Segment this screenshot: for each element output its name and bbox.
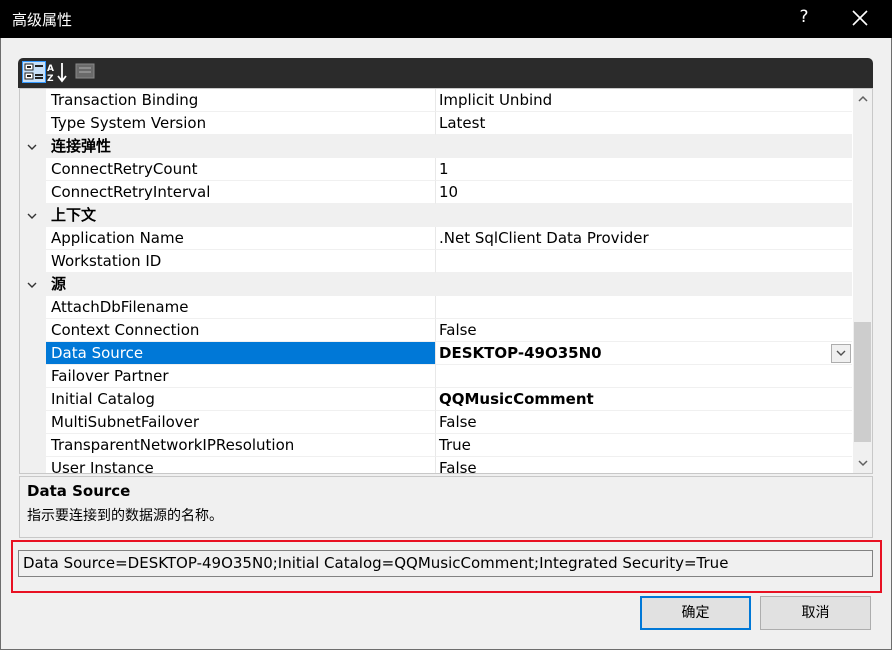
property-name[interactable]: AttachDbFilename [46, 296, 436, 319]
property-name[interactable]: Failover Partner [46, 365, 436, 388]
scroll-down-button[interactable] [853, 454, 872, 473]
row-gutter [20, 112, 46, 135]
scroll-thumb[interactable] [854, 322, 871, 442]
property-name[interactable]: Workstation ID [46, 250, 436, 273]
property-row[interactable]: User Instance False [20, 457, 852, 473]
property-toolbar: A Z [18, 58, 873, 88]
category-row[interactable]: 连接弹性 [20, 135, 852, 158]
property-row[interactable]: ConnectRetryInterval 10 [20, 181, 852, 204]
chevron-down-icon [836, 350, 846, 356]
row-gutter [20, 227, 46, 250]
property-value[interactable]: 1 [436, 158, 852, 181]
property-row[interactable]: Data Source DESKTOP-49O35N0 [20, 342, 852, 365]
category-label[interactable]: 上下文 [46, 204, 436, 227]
row-gutter [20, 388, 46, 411]
property-name[interactable]: Data Source [46, 342, 436, 365]
svg-text:A: A [47, 64, 54, 74]
description-text: 指示要连接到的数据源的名称。 [27, 508, 223, 524]
property-value[interactable] [436, 365, 852, 388]
row-gutter [20, 342, 46, 365]
property-name[interactable]: TransparentNetworkIPResolution [46, 434, 436, 457]
property-name[interactable]: Initial Catalog [46, 388, 436, 411]
property-value[interactable]: QQMusicComment [436, 388, 852, 411]
property-row[interactable]: Workstation ID [20, 250, 852, 273]
row-gutter [20, 296, 46, 319]
svg-text:Z: Z [47, 74, 54, 83]
categorized-button[interactable] [22, 61, 46, 83]
collapse-chevron-icon[interactable] [26, 279, 38, 291]
help-button[interactable]: ? [796, 7, 812, 27]
property-row[interactable]: ConnectRetryCount 1 [20, 158, 852, 181]
sort-alpha-icon: A Z [47, 63, 67, 84]
property-value[interactable]: Latest [436, 112, 852, 135]
property-value[interactable]: True [436, 434, 852, 457]
property-pages-button[interactable] [74, 61, 98, 83]
row-gutter [20, 319, 46, 342]
close-button[interactable] [850, 8, 870, 28]
property-name[interactable]: Transaction Binding [46, 89, 436, 112]
category-row[interactable]: 源 [20, 273, 852, 296]
property-value[interactable]: 10 [436, 181, 852, 204]
property-value[interactable] [436, 250, 852, 273]
property-row[interactable]: Transaction Binding Implicit Unbind [20, 89, 852, 112]
description-panel: Data Source 指示要连接到的数据源的名称。 [19, 476, 873, 538]
property-value[interactable]: .Net SqlClient Data Provider [436, 227, 852, 250]
row-gutter [20, 434, 46, 457]
category-filler [436, 135, 852, 158]
property-name[interactable]: User Instance [46, 457, 436, 473]
property-value[interactable]: DESKTOP-49O35N0 [436, 342, 852, 365]
property-row[interactable]: AttachDbFilename [20, 296, 852, 319]
window-title: 高级属性 [12, 11, 73, 29]
collapse-chevron-icon[interactable] [26, 141, 38, 153]
property-name[interactable]: ConnectRetryInterval [46, 181, 436, 204]
property-pages-icon [75, 63, 95, 79]
property-name[interactable]: ConnectRetryCount [46, 158, 436, 181]
property-row[interactable]: Type System Version Latest [20, 112, 852, 135]
property-value[interactable]: False [436, 457, 852, 473]
title-bar: 高级属性 ? [0, 0, 892, 38]
category-filler [436, 204, 852, 227]
window-border-left [0, 38, 1, 650]
property-row[interactable]: MultiSubnetFailover False [20, 411, 852, 434]
row-gutter [20, 411, 46, 434]
category-filler [436, 273, 852, 296]
description-title: Data Source [27, 482, 131, 500]
row-gutter [20, 158, 46, 181]
property-name[interactable]: MultiSubnetFailover [46, 411, 436, 434]
property-value[interactable] [436, 296, 852, 319]
category-label[interactable]: 源 [46, 273, 436, 296]
connection-string-field[interactable]: Data Source=DESKTOP-49O35N0;Initial Cata… [18, 550, 873, 577]
scroll-up-button[interactable] [853, 89, 872, 108]
property-row[interactable]: Failover Partner [20, 365, 852, 388]
row-gutter [20, 365, 46, 388]
category-row[interactable]: 上下文 [20, 204, 852, 227]
property-grid[interactable]: Transaction Binding Implicit Unbind Type S… [19, 88, 873, 474]
property-row[interactable]: Initial Catalog QQMusicComment [20, 388, 852, 411]
row-gutter [20, 181, 46, 204]
property-name[interactable]: Context Connection [46, 319, 436, 342]
category-label[interactable]: 连接弹性 [46, 135, 436, 158]
row-gutter [20, 457, 46, 473]
property-row[interactable]: TransparentNetworkIPResolution True [20, 434, 852, 457]
ok-button[interactable]: 确定 [640, 596, 751, 630]
chevron-down-icon [857, 460, 868, 467]
property-value[interactable]: False [436, 319, 852, 342]
property-row[interactable]: Context Connection False [20, 319, 852, 342]
row-gutter [20, 250, 46, 273]
close-icon [852, 10, 868, 26]
cancel-button[interactable]: 取消 [760, 596, 871, 630]
alphabetical-button[interactable]: A Z [46, 61, 70, 84]
value-dropdown-button[interactable] [831, 344, 851, 363]
row-gutter [20, 89, 46, 112]
collapse-chevron-icon[interactable] [26, 210, 38, 222]
property-row[interactable]: Application Name .Net SqlClient Data Prov… [20, 227, 852, 250]
property-name[interactable]: Application Name [46, 227, 436, 250]
categorized-icon [24, 63, 43, 80]
property-value[interactable]: Implicit Unbind [436, 89, 852, 112]
property-name[interactable]: Type System Version [46, 112, 436, 135]
chevron-up-icon [857, 95, 868, 102]
property-value[interactable]: False [436, 411, 852, 434]
vertical-scrollbar[interactable] [853, 89, 872, 473]
